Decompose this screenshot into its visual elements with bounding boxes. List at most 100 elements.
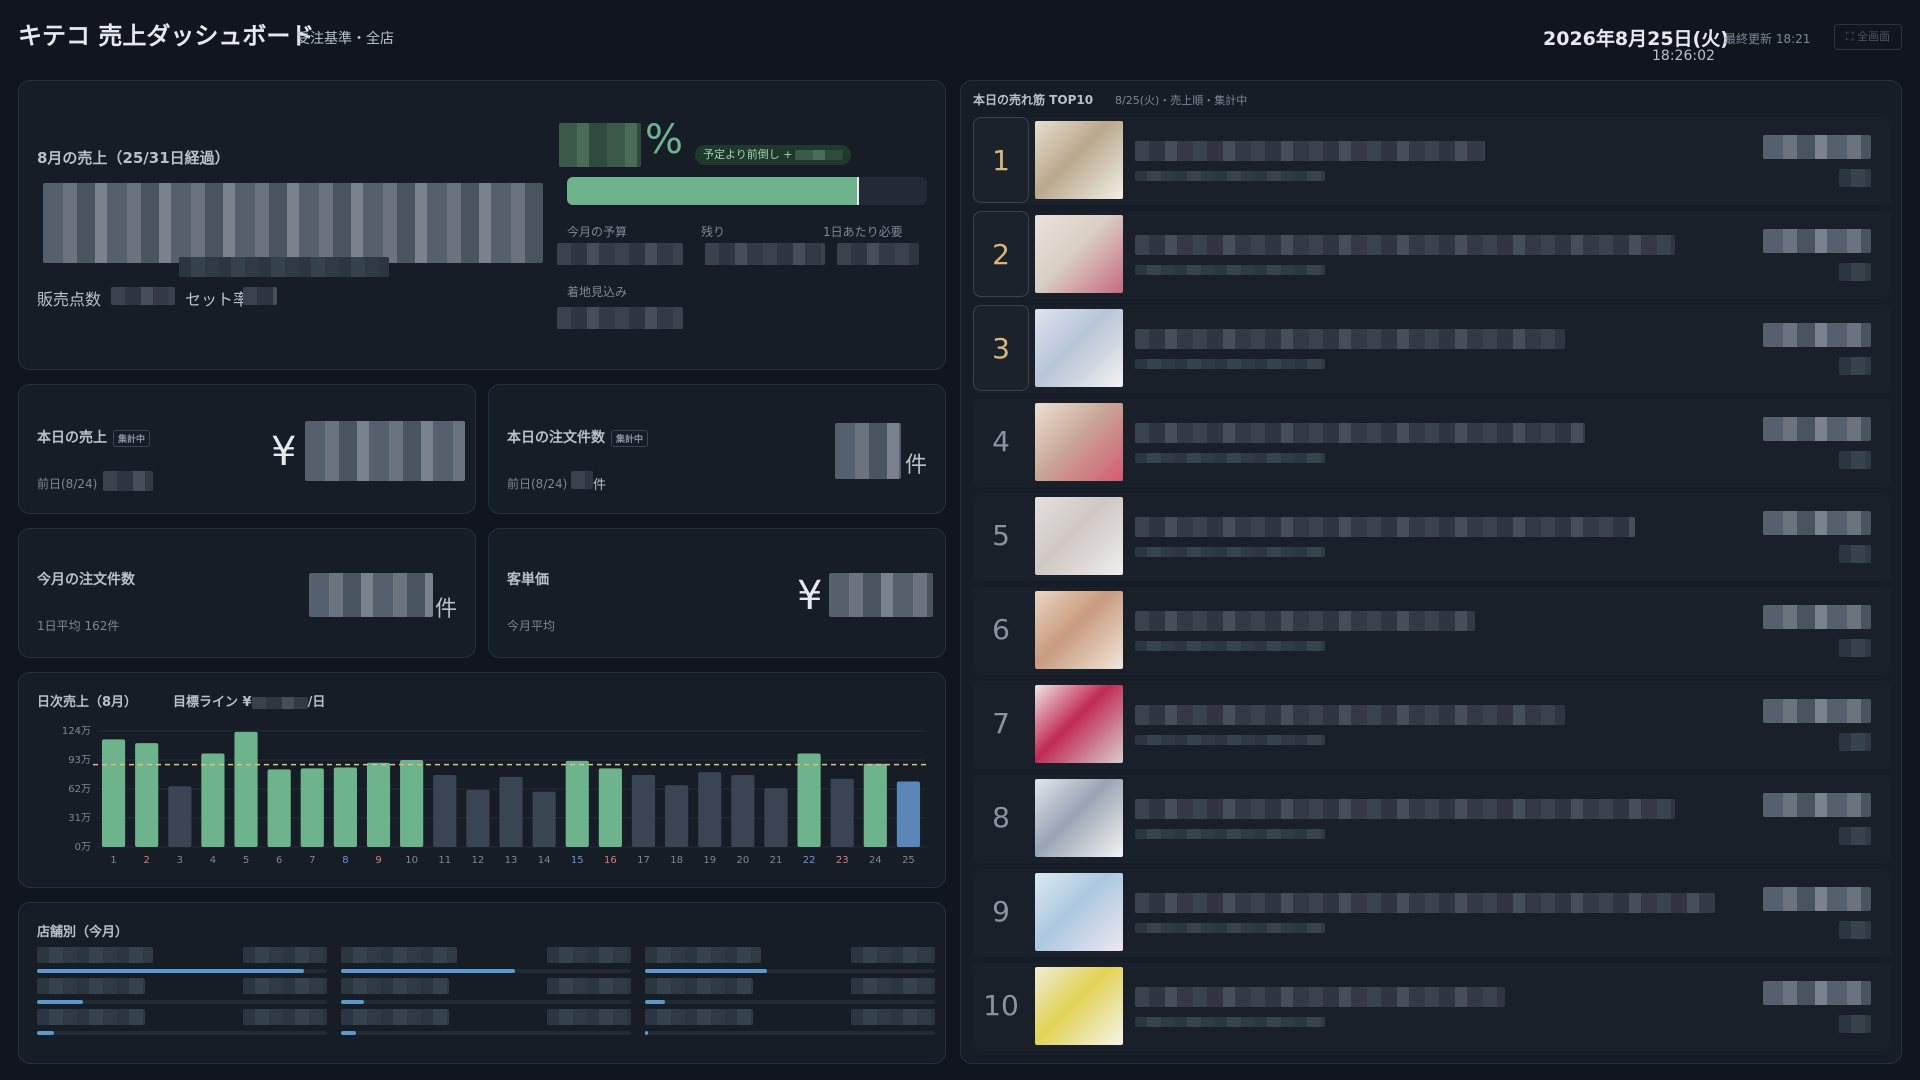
product-sales-value <box>1763 981 1871 1005</box>
store-bar-fill <box>341 969 515 973</box>
top10-title: 本日の売れ筋 TOP10 <box>973 93 1094 107</box>
today-orders-unit: 件 <box>905 453 928 478</box>
top10-row[interactable]: 5 <box>961 493 1891 581</box>
product-thumbnail <box>1035 779 1123 857</box>
top10-row[interactable]: 7 <box>961 681 1891 769</box>
product-name <box>1135 799 1675 819</box>
today-sales-value <box>305 421 465 481</box>
bar-day-8 <box>333 767 357 847</box>
product-qty-value <box>1839 263 1871 281</box>
x-tick-label: 25 <box>902 855 915 866</box>
bar-day-18 <box>665 785 689 847</box>
bar-day-13 <box>499 776 523 847</box>
x-tick-label: 16 <box>604 855 617 866</box>
product-thumbnail <box>1035 121 1123 199</box>
product-thumbnail <box>1035 497 1123 575</box>
product-meta <box>1135 453 1325 463</box>
top10-row[interactable]: 9 <box>961 869 1891 957</box>
top10-row[interactable]: 4 <box>961 399 1891 487</box>
today-sales-prev-value <box>103 471 153 491</box>
top10-row[interactable]: 3 <box>961 305 1891 393</box>
bar-day-21 <box>764 788 788 847</box>
bar-day-10 <box>400 760 424 847</box>
monthly-sales-value-tail <box>179 257 389 277</box>
x-tick-label: 17 <box>637 855 650 866</box>
today-orders-prev-unit: 件 <box>593 478 607 493</box>
rank-number: 3 <box>973 305 1029 391</box>
bar-day-17 <box>631 774 656 847</box>
progress-percent-value <box>559 123 641 167</box>
rank-number: 5 <box>973 493 1029 579</box>
top10-sub: 8/25(火)・売上順・集計中 <box>1115 94 1248 107</box>
avg-price-title: 客単価 <box>507 572 549 588</box>
store-value <box>243 978 327 994</box>
y-tick-label: 124万 <box>62 726 91 737</box>
set-rate-value <box>243 287 277 305</box>
product-meta <box>1135 265 1325 275</box>
x-tick-label: 10 <box>405 855 418 866</box>
set-rate-label: セット率 <box>185 290 250 309</box>
remaining-value <box>705 243 825 265</box>
avg-price-currency: ¥ <box>797 573 823 619</box>
store-row <box>645 947 935 975</box>
fullscreen-button[interactable]: ⛶ 全画面 <box>1834 24 1902 50</box>
bar-day-3 <box>168 786 192 847</box>
product-meta <box>1135 641 1325 651</box>
product-name <box>1135 705 1565 725</box>
monthly-sales-value <box>43 183 543 263</box>
top10-row[interactable]: 2 <box>961 211 1891 299</box>
rank-number: 6 <box>973 587 1029 673</box>
y-tick-label: 93万 <box>68 755 91 766</box>
top10-row[interactable]: 6 <box>961 587 1891 675</box>
store-title: 店舗別（今月） <box>37 925 129 940</box>
remaining-label: 残り <box>701 225 726 239</box>
daily-sales-chart: 0万31万62万93万124万1 2 3 4 5 6 7 8 9 10 11 12 13 14 15 16 17… <box>62 726 929 866</box>
product-qty-value <box>1839 545 1871 563</box>
store-value <box>243 947 327 963</box>
top10-row[interactable]: 1 <box>961 117 1891 205</box>
store-row <box>37 978 327 1006</box>
product-name <box>1135 893 1715 913</box>
product-qty-value <box>1839 1015 1871 1033</box>
x-tick-label: 24 <box>869 855 882 866</box>
monthly-sales-title: 8月の売上（25/31日経過） <box>37 149 230 167</box>
today-orders-prev-value <box>571 471 593 489</box>
store-bar-track <box>341 969 631 973</box>
store-value <box>851 947 935 963</box>
store-row <box>37 947 327 975</box>
product-name <box>1135 611 1475 631</box>
bar-day-1 <box>101 739 126 847</box>
landing-value <box>557 307 683 329</box>
bar-day-19 <box>698 772 722 847</box>
product-qty-value <box>1839 451 1871 469</box>
product-name <box>1135 141 1485 161</box>
x-tick-label: 1 <box>110 855 116 866</box>
budget-value <box>557 243 683 265</box>
store-bar-track <box>341 1031 631 1035</box>
top10-row[interactable]: 8 <box>961 775 1891 863</box>
store-bar-fill <box>341 1000 365 1004</box>
top10-card: 本日の売れ筋 TOP10 8/25(火)・売上順・集計中 1 2 3 4 5 6 7 8 9 10 <box>960 80 1902 1064</box>
store-row <box>341 978 631 1006</box>
x-tick-label: 20 <box>736 855 749 866</box>
sales-count-label: 販売点数 <box>37 290 102 309</box>
y-tick-label: 0万 <box>75 842 91 853</box>
store-value <box>851 1009 935 1025</box>
store-bar-track <box>645 1000 935 1004</box>
bar-day-20 <box>731 774 755 847</box>
x-tick-label: 11 <box>438 855 451 866</box>
top10-row[interactable]: 10 <box>961 963 1891 1051</box>
store-bar-fill <box>645 1031 648 1035</box>
per-day-value <box>837 243 919 265</box>
product-thumbnail <box>1035 309 1123 387</box>
x-tick-label: 13 <box>505 855 518 866</box>
last-update-text: 最終更新 18:21 <box>1724 32 1811 46</box>
product-name <box>1135 987 1505 1007</box>
month-orders-title: 今月の注文件数 <box>37 572 135 588</box>
store-name <box>341 978 449 994</box>
store-bar-fill <box>37 1000 84 1004</box>
month-orders-avg: 1日平均 162件 <box>37 619 120 633</box>
product-thumbnail <box>1035 215 1123 293</box>
store-name <box>37 978 145 994</box>
rank-number: 2 <box>973 211 1029 297</box>
